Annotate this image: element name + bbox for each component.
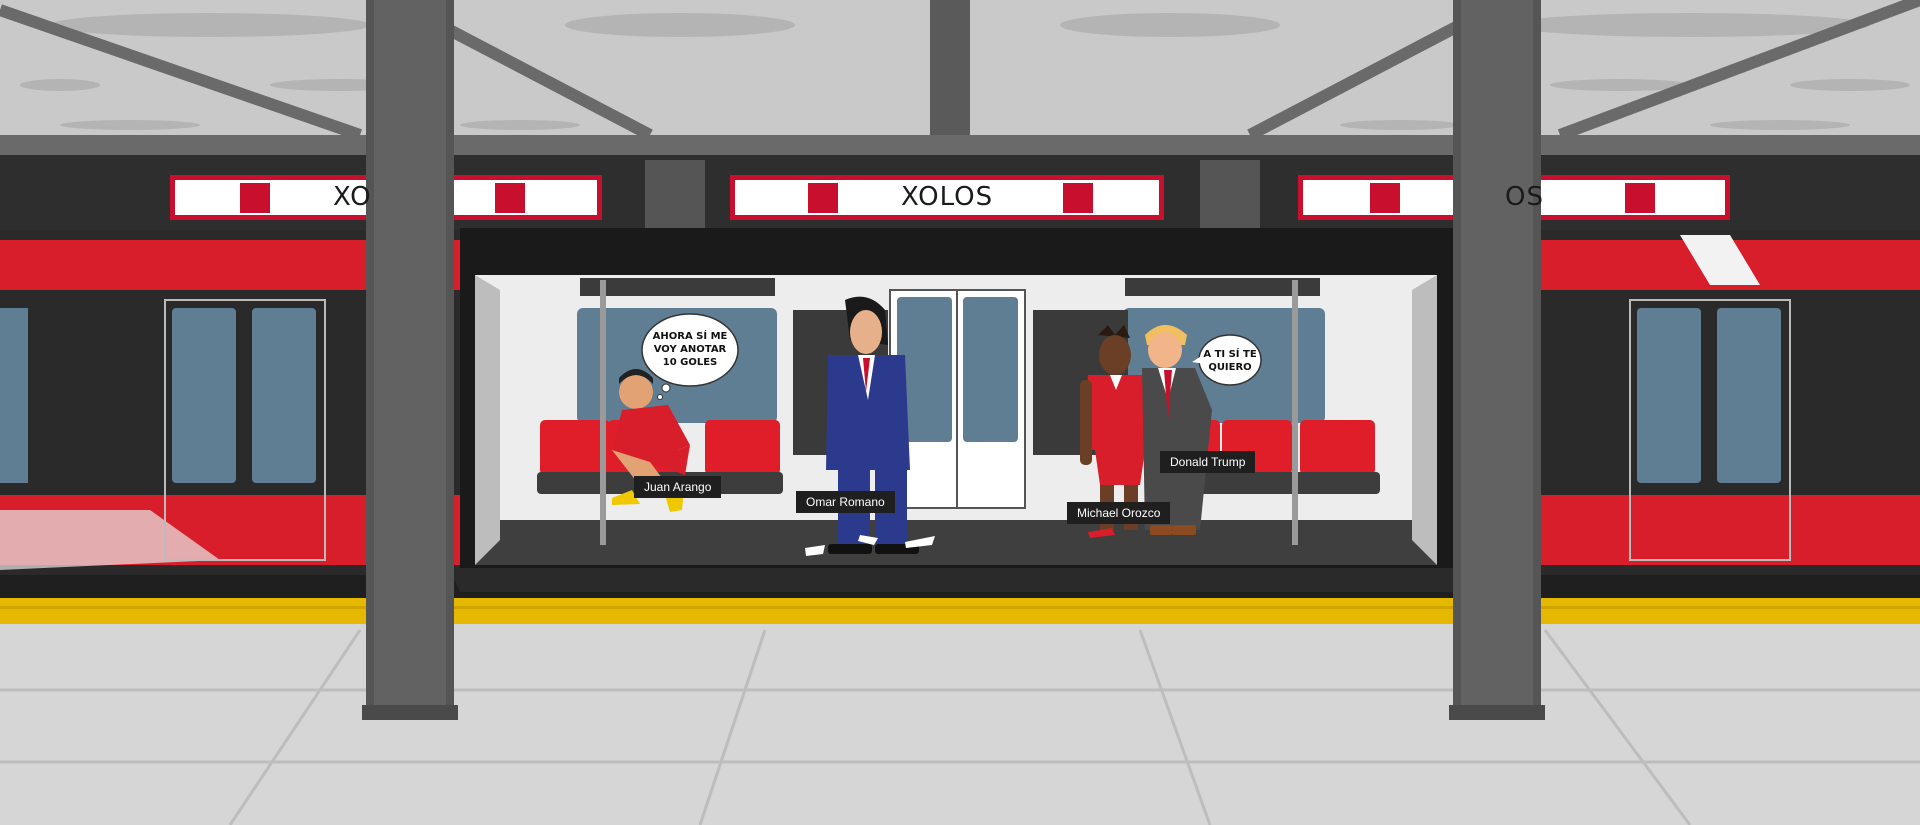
sign-left-text: XO bbox=[333, 182, 372, 212]
subway-station-illustration bbox=[0, 0, 1920, 825]
caption-michael-orozco: Michael Orozco bbox=[1067, 502, 1171, 524]
caption-donald-trump: Donald Trump bbox=[1160, 451, 1256, 473]
caption-omar-romano: Omar Romano bbox=[796, 491, 895, 513]
interior-door bbox=[889, 289, 1026, 509]
comic-scene: XO XOLOS OS AHORA SÍ ME VOY ANOTAR 10 GO… bbox=[0, 0, 1920, 825]
grab-pole-right bbox=[1292, 280, 1298, 545]
pillar-left bbox=[362, 0, 458, 720]
ceiling-girder bbox=[0, 135, 1920, 155]
platform-floor bbox=[0, 624, 1920, 825]
caption-juan-arango: Juan Arango bbox=[634, 476, 722, 498]
sign-center-text: XOLOS bbox=[901, 182, 994, 212]
grab-pole-left bbox=[600, 280, 606, 545]
thought-bubble-text: AHORA SÍ ME VOY ANOTAR 10 GOLES bbox=[652, 331, 728, 368]
pillar-right bbox=[1449, 0, 1545, 720]
yellow-safety-line bbox=[0, 598, 1920, 624]
sign-right-text: OS bbox=[1505, 182, 1544, 212]
speech-bubble-text: A TI SÍ TE QUIERO bbox=[1203, 349, 1257, 373]
